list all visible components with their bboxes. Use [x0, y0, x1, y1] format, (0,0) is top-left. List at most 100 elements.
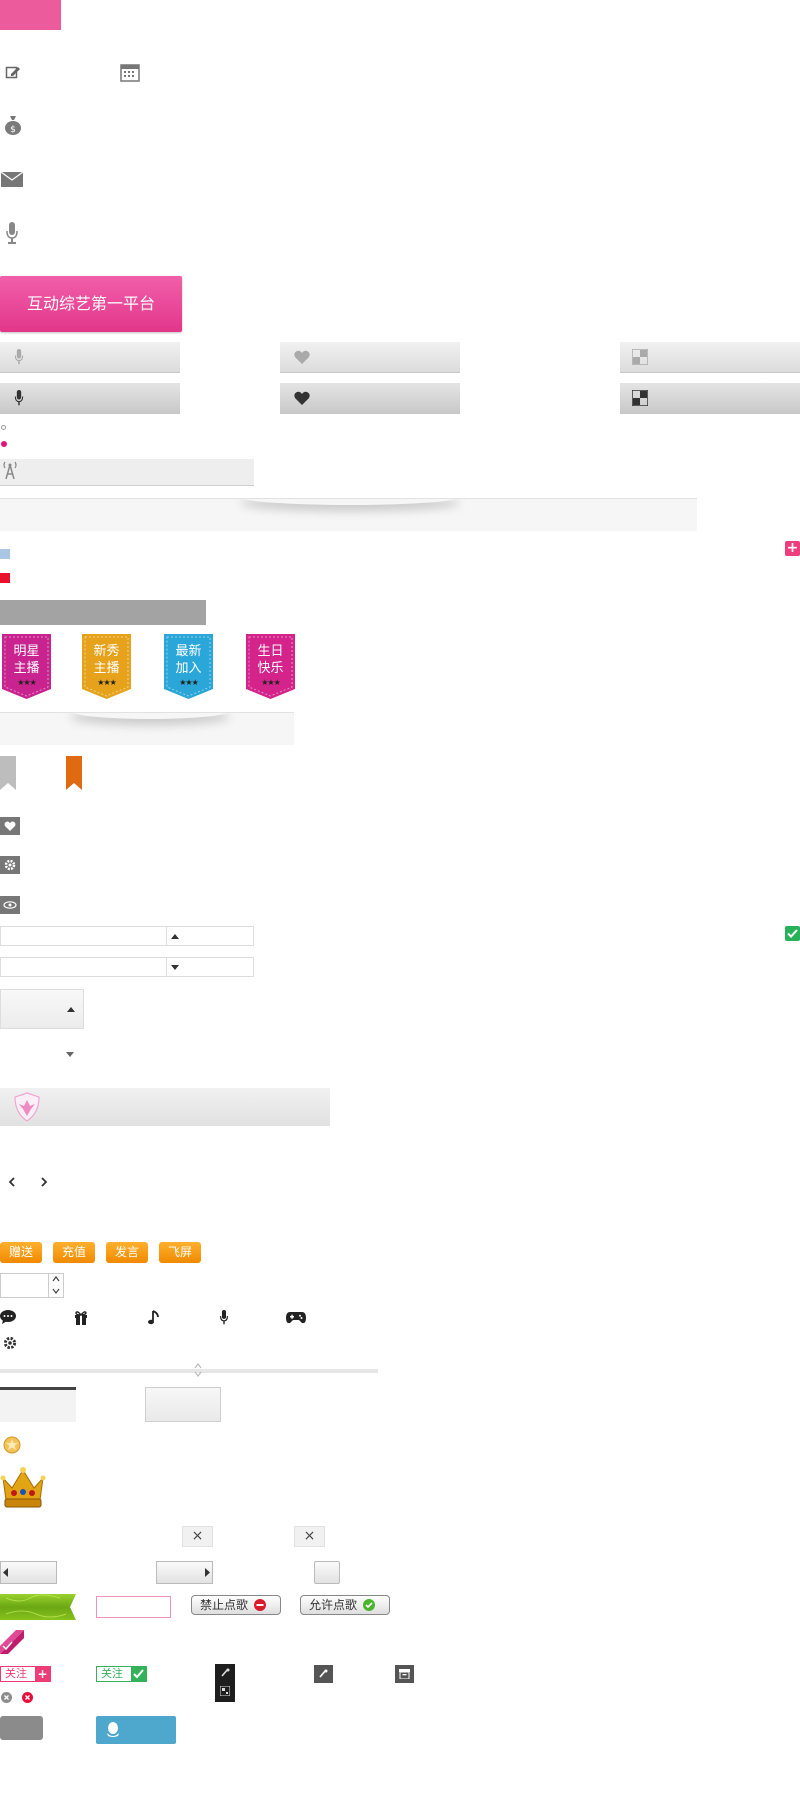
gray-bar	[0, 600, 206, 625]
heart-tab-button[interactable]	[280, 342, 460, 373]
allow-song-label: 允许点歌	[309, 1598, 358, 1612]
gray-rounded-button[interactable]	[0, 1716, 43, 1740]
close-button[interactable]: ×	[182, 1526, 213, 1547]
square-dropdown[interactable]	[0, 989, 84, 1029]
eye-square-button[interactable]	[0, 896, 20, 914]
gamepad-icon[interactable]	[286, 1311, 306, 1324]
crown-icon	[0, 1467, 46, 1508]
shadow-divider-panel	[0, 498, 697, 531]
ribbon-stars: ★★★	[17, 678, 37, 687]
grid-icon	[632, 390, 648, 406]
shield-icon	[14, 1092, 40, 1122]
caret-down-icon	[171, 965, 179, 970]
chevron-right-icon[interactable]	[40, 1177, 48, 1187]
banner-button-label: 互动综艺第一平台	[26, 294, 155, 313]
tab-active[interactable]	[0, 1387, 76, 1422]
ribbon-line1: 明星	[13, 644, 40, 659]
svg-text:$: $	[10, 125, 16, 135]
legend-square-red	[0, 573, 10, 583]
bookmark-gray-icon[interactable]	[0, 756, 16, 790]
allow-song-button[interactable]: 允许点歌	[300, 1595, 390, 1615]
ribbon-line1: 最新	[175, 644, 202, 659]
ribbon-line2: 快乐	[257, 661, 284, 676]
forbid-song-button[interactable]: 禁止点歌	[191, 1595, 281, 1615]
edit-icon[interactable]	[5, 64, 21, 80]
gear-icon[interactable]	[3, 1336, 17, 1350]
ribbon-star-anchor[interactable]: 明星 主播 ★★★	[0, 634, 53, 699]
gift-send-button[interactable]: 赠送	[0, 1242, 42, 1263]
eye-icon	[3, 901, 17, 909]
mic-tab-button-active[interactable]	[0, 383, 180, 414]
ribbon-new-anchor[interactable]: 新秀 主播 ★★★	[80, 634, 133, 699]
pink-outline-input[interactable]	[96, 1596, 171, 1618]
wrench-square-button[interactable]	[314, 1665, 333, 1683]
add-icon[interactable]: +	[785, 541, 800, 556]
grid-tab-button-active[interactable]	[620, 383, 800, 414]
shadow-panel-small	[0, 712, 294, 745]
archive-icon	[399, 1669, 410, 1679]
gift-icon[interactable]	[74, 1310, 88, 1325]
chat-icon[interactable]	[0, 1310, 16, 1324]
ribbon-stars: ★★★	[97, 678, 117, 687]
follow-button[interactable]: 关注 +	[0, 1666, 51, 1682]
stepper-down-icon[interactable]	[52, 1288, 60, 1294]
legend-square-blue	[0, 549, 10, 559]
gear-square-button[interactable]	[0, 856, 20, 874]
green-check-icon[interactable]	[785, 926, 800, 941]
banner-button[interactable]: 互动综艺第一平台	[0, 276, 182, 332]
fly-screen-button[interactable]: 飞屏	[159, 1242, 201, 1263]
close-circle-red-icon[interactable]	[22, 1692, 33, 1703]
followed-label: 关注	[101, 1667, 123, 1680]
microphone-icon[interactable]	[6, 222, 18, 244]
recharge-button[interactable]: 充值	[53, 1242, 95, 1263]
ribbon-stars: ★★★	[261, 678, 281, 687]
archive-square-button[interactable]	[395, 1665, 414, 1683]
tab-inactive[interactable]	[145, 1387, 221, 1422]
dropdown-up[interactable]	[0, 926, 254, 946]
close-button[interactable]: ×	[294, 1526, 325, 1547]
antenna-icon	[3, 461, 17, 479]
resize-splitter[interactable]	[0, 1363, 378, 1377]
grid-tab-button[interactable]	[620, 342, 800, 373]
status-dot-pink	[1, 441, 7, 447]
quantity-stepper[interactable]	[0, 1273, 64, 1298]
mic-tab-button[interactable]	[0, 342, 180, 373]
wrench-icon	[319, 1669, 328, 1678]
speak-button[interactable]: 发言	[106, 1242, 148, 1263]
scroll-right-button[interactable]	[156, 1561, 213, 1584]
dropdown-down[interactable]	[0, 957, 254, 977]
stepper-up-icon[interactable]	[52, 1276, 60, 1282]
bookmark-orange-icon[interactable]	[66, 756, 82, 790]
qrcode-icon[interactable]	[220, 1686, 230, 1696]
plus-icon: +	[35, 1667, 50, 1681]
calendar-icon[interactable]	[120, 62, 140, 82]
chevron-left-icon[interactable]	[8, 1177, 16, 1187]
caret-up-icon	[67, 1007, 75, 1012]
top-pink-tab[interactable]	[0, 0, 61, 30]
qq-login-button[interactable]	[96, 1716, 176, 1744]
wrench-icon[interactable]	[220, 1668, 230, 1678]
money-bag-icon: $	[5, 116, 21, 135]
scroll-blank-button[interactable]	[314, 1561, 340, 1584]
guardian-bar	[0, 1088, 330, 1126]
ribbon-birthday[interactable]: 生日快乐 ★★★	[244, 634, 297, 699]
scroll-left-button[interactable]	[0, 1561, 57, 1584]
check-icon	[131, 1667, 146, 1681]
qq-penguin-icon	[107, 1722, 119, 1737]
gear-icon	[4, 859, 16, 871]
ribbon-newly-joined[interactable]: 最新 加入 ★★★	[162, 634, 215, 699]
heart-square-button[interactable]	[0, 817, 20, 835]
microphone-icon[interactable]	[219, 1310, 229, 1325]
triangle-right-icon	[205, 1568, 210, 1577]
ribbon-line1: 生日	[257, 644, 284, 659]
close-circle-gray-icon[interactable]	[1, 1692, 12, 1703]
caret-down-icon[interactable]	[66, 1052, 74, 1057]
status-dot-gray	[1, 425, 6, 430]
microphone-icon	[14, 390, 24, 406]
mail-icon[interactable]	[1, 172, 23, 187]
ribbon-line1: 新秀	[93, 644, 120, 659]
heart-tab-button-active[interactable]	[280, 383, 460, 414]
dark-tool-strip	[215, 1664, 235, 1702]
music-icon[interactable]	[148, 1310, 160, 1325]
followed-button[interactable]: 关注	[96, 1666, 147, 1682]
